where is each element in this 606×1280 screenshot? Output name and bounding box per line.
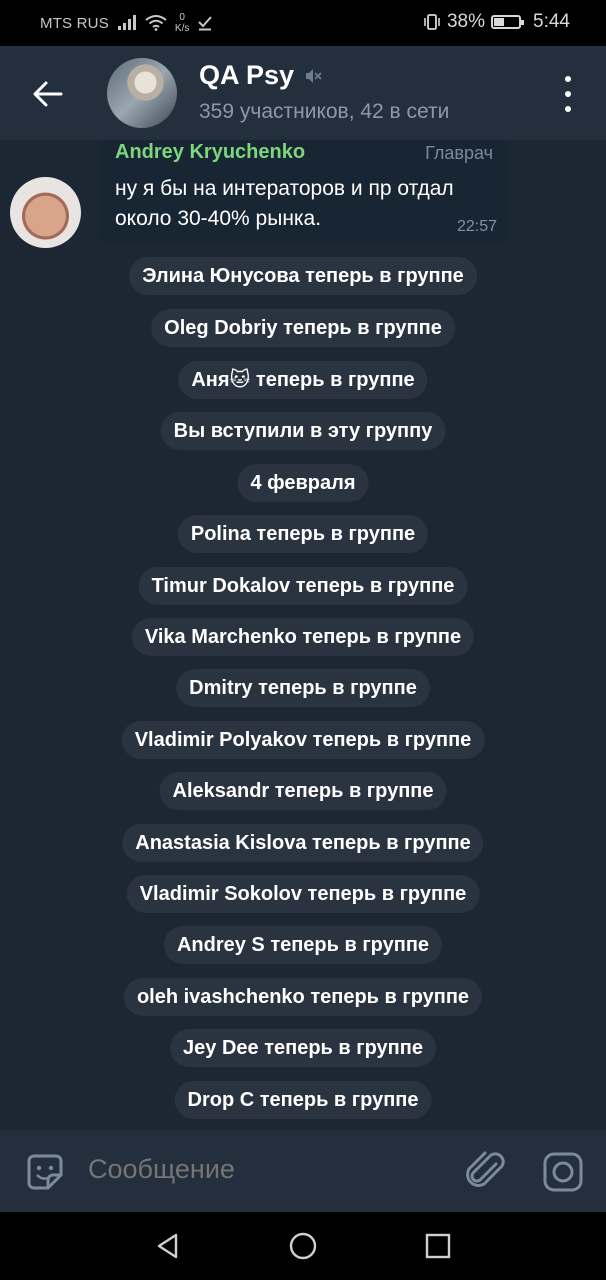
back-button[interactable] <box>28 74 68 114</box>
service-message: Oleg Dobriy теперь в группе <box>151 309 455 347</box>
download-check-icon <box>198 16 213 31</box>
service-message: Jey Dee теперь в группе <box>170 1029 436 1067</box>
nav-back-icon[interactable] <box>154 1232 182 1260</box>
net-speed: 0 K/s <box>175 12 189 34</box>
message-bubble[interactable]: Andrey Kryuchenko Главрач ну я бы на инт… <box>99 140 509 244</box>
chat-history[interactable]: Andrey Kryuchenko Главрач ну я бы на инт… <box>0 140 606 1130</box>
service-message: Drop C теперь в группе <box>174 1081 432 1119</box>
wifi-icon <box>145 15 167 31</box>
service-message: Timur Dokalov теперь в группе <box>138 567 468 605</box>
service-message: Элина Юнусова теперь в группе <box>129 257 477 295</box>
service-message: Вы вступили в эту группу <box>160 412 446 450</box>
nav-home-icon[interactable] <box>289 1232 317 1260</box>
chat-header: QA Psy 359 участников, 42 в сети <box>0 46 606 140</box>
service-message: Dmitry теперь в группе <box>176 669 430 707</box>
service-message: Polina теперь в группе <box>177 515 429 553</box>
sticker-emoji-icon[interactable] <box>26 1153 64 1191</box>
group-title[interactable]: QA Psy <box>199 60 322 91</box>
battery-percent: 38% <box>446 11 486 32</box>
signal-icon <box>117 15 136 30</box>
battery-icon <box>491 15 525 29</box>
more-options-button[interactable] <box>556 76 580 112</box>
net-speed-unit: K/s <box>174 23 190 34</box>
carrier-label: MTS RUS <box>40 14 109 32</box>
service-message: Aleksandr теперь в группе <box>159 772 447 810</box>
service-message: Vladimir Polyakov теперь в группе <box>121 721 485 759</box>
service-message: Vladimir Sokolov теперь в группе <box>126 875 480 913</box>
dot-icon <box>565 91 571 97</box>
service-message: Anastasia Kislova теперь в группе <box>122 824 484 862</box>
vibrate-icon <box>424 14 440 30</box>
service-message: oleh ivashchenko теперь в группе <box>123 978 483 1016</box>
dot-icon <box>565 106 571 112</box>
status-left: MTS RUS 0 K/s <box>40 12 213 34</box>
group-members-status: 359 участников, 42 в сети <box>199 100 450 123</box>
status-bar: MTS RUS 0 K/s 38% 5:44 <box>0 0 606 46</box>
group-avatar[interactable] <box>107 58 177 128</box>
message-author[interactable]: Andrey Kryuchenko <box>115 141 305 164</box>
message-input[interactable] <box>88 1154 438 1185</box>
message-author-role: Главрач <box>425 143 493 163</box>
service-message: Vika Marchenko теперь в группе <box>131 618 475 656</box>
date-separator: 4 февраля <box>237 464 369 502</box>
message-composer <box>0 1130 606 1212</box>
clock: 5:44 <box>533 11 570 32</box>
message-time: 22:57 <box>456 218 497 235</box>
nav-recents-icon[interactable] <box>424 1232 452 1260</box>
dot-icon <box>565 76 571 82</box>
instant-camera-icon[interactable] <box>543 1152 583 1192</box>
net-speed-value: 0 <box>179 12 185 23</box>
muted-icon <box>306 68 322 83</box>
message-text: ну я бы на интераторов и пр отдал около … <box>115 177 454 230</box>
arrow-left-icon <box>33 81 63 107</box>
service-message: Andrey S теперь в группе <box>163 926 443 964</box>
service-message: Аня🐱 теперь в группе <box>178 361 428 399</box>
attach-icon[interactable] <box>466 1150 506 1194</box>
sender-avatar[interactable] <box>10 177 81 248</box>
system-navigation-bar <box>0 1212 606 1280</box>
status-right: 38% 5:44 <box>423 11 570 33</box>
group-title-text: QA Psy <box>199 60 295 90</box>
